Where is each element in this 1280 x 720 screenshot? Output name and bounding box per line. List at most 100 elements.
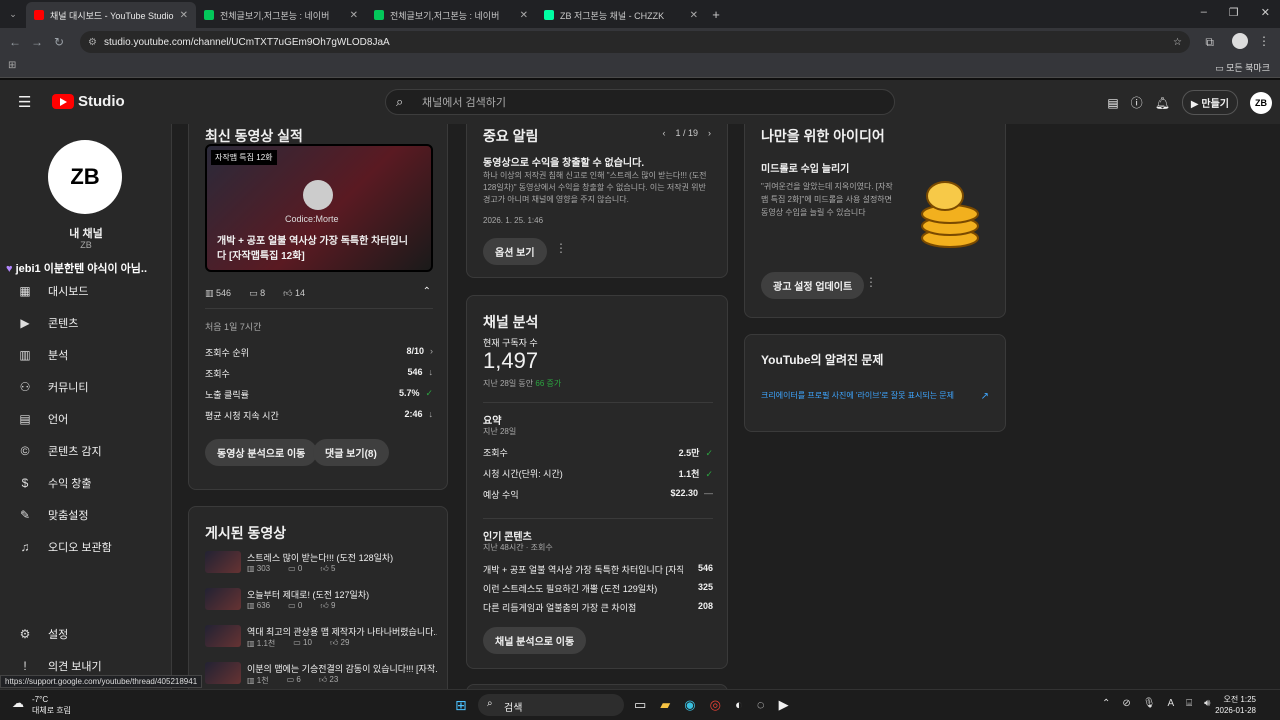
task-view-icon[interactable]: ▭ bbox=[634, 697, 646, 713]
video-thumbnail[interactable] bbox=[205, 551, 241, 573]
all-bookmarks[interactable]: ▭ 모든 북마크 bbox=[1215, 61, 1270, 74]
view-comments-button[interactable]: 댓글 보기(8) bbox=[313, 439, 389, 466]
url-field[interactable]: ⚙ studio.youtube.com/channel/UCmTXT7uGEm… bbox=[80, 31, 1190, 53]
create-button[interactable]: ▶ 만들기 bbox=[1181, 90, 1238, 115]
subs-delta-value: 66 증가 bbox=[535, 379, 562, 388]
browser-tab[interactable]: 채널 대시보드 - YouTube Studio ✕ bbox=[26, 2, 196, 28]
site-info-icon[interactable]: ⚙ bbox=[88, 37, 97, 48]
video-title[interactable]: 오늘부터 제대로! (도전 127일차) bbox=[247, 588, 437, 601]
minimize-icon[interactable]: – bbox=[1201, 6, 1207, 19]
published-video-row[interactable]: 역대 최고의 관상용 맵 제작자가 나타나버렸습니다... ▥ 1.1천 ▭ 10 👍… bbox=[205, 625, 437, 653]
extensions-icon[interactable]: ⧉ bbox=[1205, 35, 1214, 50]
media-player-icon[interactable]: ▶ bbox=[779, 697, 789, 713]
edge-icon[interactable]: ◉ bbox=[684, 697, 695, 713]
volume-icon[interactable]: 🔊︎ bbox=[1204, 698, 1210, 709]
prev-alert-icon[interactable]: ‹ bbox=[662, 128, 665, 138]
video-title[interactable]: 역대 최고의 관상용 맵 제작자가 나타나버렸습니다... bbox=[247, 625, 437, 638]
app-icon[interactable]: ◐ bbox=[735, 697, 743, 713]
sidebar-item-settings[interactable]: ⚙ 설정 bbox=[0, 619, 172, 649]
sidebar-item-customization[interactable]: ✎ 맞춤설정 bbox=[0, 500, 172, 530]
sidebar-item-copyright[interactable]: © 콘텐츠 감지 bbox=[0, 436, 172, 466]
network-icon[interactable]: ⌸ bbox=[1186, 698, 1192, 709]
comments-value: 0 bbox=[297, 564, 303, 573]
mic-icon[interactable]: 🎙︎ bbox=[1143, 698, 1156, 709]
weather-widget[interactable]: ☁ -7°C 대체로 흐림 bbox=[12, 694, 71, 716]
tray-chevron-icon[interactable]: ⌃ bbox=[1102, 698, 1110, 709]
video-title[interactable]: 스트레스 많이 받는다!!! (도전 128일차) bbox=[247, 551, 437, 564]
sidebar-item-content[interactable]: ▶ 콘텐츠 bbox=[0, 308, 172, 338]
browser-tab[interactable]: 전체글보기,저그본능 : 네이버 ✕ bbox=[196, 2, 366, 28]
sidebar-item-dashboard[interactable]: ▦ 대시보드 bbox=[0, 276, 172, 306]
new-tab-button[interactable]: + bbox=[706, 7, 726, 22]
latest-stat-row[interactable]: 평균 시청 지속 시간 2:46 ↓ bbox=[205, 409, 433, 422]
app2-icon[interactable]: ◌ bbox=[757, 697, 765, 713]
taskbar-search-label: 검색 bbox=[504, 703, 523, 714]
published-video-row[interactable]: 스트레스 많이 받는다!!! (도전 128일차) ▥ 303 ▭ 0 👍︎ 5 bbox=[205, 551, 435, 579]
video-thumbnail[interactable] bbox=[205, 625, 241, 647]
sidebar-item-monetization[interactable]: $ 수익 창출 bbox=[0, 468, 172, 498]
ideas-more-icon[interactable]: ⋮ bbox=[865, 275, 877, 289]
browser-tab[interactable]: ZB 저그본능 채널 - CHZZK ✕ bbox=[536, 2, 706, 28]
published-video-row[interactable]: 오늘부터 제대로! (도전 127일차) ▥ 636 ▭ 0 👍︎ 9 bbox=[205, 588, 435, 616]
chrome-icon[interactable]: ◎ bbox=[710, 697, 721, 713]
close-window-icon[interactable]: ✕ bbox=[1261, 6, 1270, 19]
studio-logo[interactable]: Studio bbox=[52, 93, 125, 110]
feedback-message-icon[interactable]: ▤ bbox=[1107, 96, 1118, 110]
update-ad-settings-button[interactable]: 광고 설정 업데이트 bbox=[761, 272, 865, 299]
known-issue-link[interactable]: 크리에이터를 프로필 사진에 '라이브'로 잘못 표시되는 문제 bbox=[761, 389, 967, 402]
video-title[interactable]: 이분의 맵에는 기승전결의 감동이 있습니다!!! [자작... bbox=[247, 662, 437, 675]
summary-row[interactable]: 조회수 2.5만 ✓ bbox=[483, 446, 713, 459]
back-icon[interactable]: ← bbox=[4, 35, 26, 49]
sidebar-item-community[interactable]: ⚇ 커뮤니티 bbox=[0, 372, 172, 402]
apps-icon[interactable]: ⊞ bbox=[8, 60, 16, 71]
help-icon[interactable]: ⓘ bbox=[1131, 94, 1143, 111]
file-explorer-icon[interactable]: ▰ bbox=[660, 697, 670, 713]
tab-close-icon[interactable]: ✕ bbox=[520, 10, 528, 21]
account-avatar[interactable]: ZB bbox=[1250, 91, 1272, 114]
alert-more-icon[interactable]: ⋮ bbox=[555, 241, 567, 255]
top-content-row[interactable]: 개박 + 공포 얼불 역사상 가장 독특한 차터입니다 [자작맵... 546 bbox=[483, 563, 713, 576]
taskbar-search[interactable]: ⌕ 검색 bbox=[478, 694, 624, 716]
top-content-row[interactable]: 다른 리듬게임과 얼불춤의 가장 큰 차이점 208 bbox=[483, 601, 713, 614]
windows-start-icon[interactable]: ⊞ bbox=[455, 697, 467, 714]
collapse-chevron-icon[interactable]: ⌃ bbox=[423, 286, 431, 297]
latest-stat-row[interactable]: 조회수 순위 8/10 › bbox=[205, 346, 433, 359]
tab-search-icon[interactable]: ⌄ bbox=[0, 9, 26, 20]
channel-avatar[interactable]: ZB bbox=[48, 140, 122, 214]
external-link-icon[interactable]: ↗ bbox=[981, 391, 989, 402]
video-thumbnail[interactable] bbox=[205, 662, 241, 684]
tray-icon[interactable]: ⊘ bbox=[1122, 698, 1130, 709]
latest-video-thumbnail[interactable]: 자작맵 특집 12화 Codice:Morte 개박 + 공포 얼불 역사상 가… bbox=[205, 144, 433, 272]
tab-close-icon[interactable]: ✕ bbox=[350, 10, 358, 21]
ime-icon[interactable]: A bbox=[1167, 698, 1174, 709]
published-video-row[interactable]: 이분의 맵에는 기승전결의 감동이 있습니다!!! [자작... ▥ 1천 ▭ 6 👍… bbox=[205, 662, 437, 689]
hamburger-menu-icon[interactable]: ☰ bbox=[18, 93, 31, 111]
view-options-button[interactable]: 옵션 보기 bbox=[483, 238, 547, 265]
clock[interactable]: 오전 1:25 2026-01-28 bbox=[1215, 694, 1256, 716]
top-content-row[interactable]: 이런 스트레스도 필요하긴 개뿔 (도전 129일차) 325 bbox=[483, 582, 713, 595]
latest-stat-row[interactable]: 노출 클릭률 5.7% ✓ bbox=[205, 388, 433, 401]
sidebar-item-subtitles[interactable]: ▤ 언어 bbox=[0, 404, 172, 434]
forward-icon[interactable]: → bbox=[26, 35, 48, 49]
bookmark-star-icon[interactable]: ☆ bbox=[1173, 37, 1182, 48]
tab-close-icon[interactable]: ✕ bbox=[690, 10, 698, 21]
notifications-icon[interactable]: 🔔︎ bbox=[1155, 96, 1170, 110]
latest-stat-row[interactable]: 조회수 546 ↓ bbox=[205, 367, 433, 380]
summary-row[interactable]: 시청 시간(단위: 시간) 1.1천 ✓ bbox=[483, 467, 713, 480]
tab-close-icon[interactable]: ✕ bbox=[180, 10, 188, 21]
stat-trend-icon: ✓ bbox=[425, 388, 433, 398]
profile-icon[interactable] bbox=[1232, 33, 1248, 49]
video-thumbnail[interactable] bbox=[205, 588, 241, 610]
sidebar-item-audio-library[interactable]: ♫ 오디오 보관함 bbox=[0, 532, 172, 562]
summary-row[interactable]: 예상 수익 $22.30 — bbox=[483, 488, 713, 501]
video-analytics-button[interactable]: 동영상 분석으로 이동 bbox=[205, 439, 318, 466]
next-alert-icon[interactable]: › bbox=[708, 128, 711, 138]
sidebar-item-analytics[interactable]: ▥ 분석 bbox=[0, 340, 172, 370]
browser-tab[interactable]: 전체글보기,저그본능 : 네이버 ✕ bbox=[366, 2, 536, 28]
views-stat: ▥ 546 bbox=[205, 288, 231, 299]
reload-icon[interactable]: ↻ bbox=[48, 35, 70, 49]
menu-kebab-icon[interactable]: ⋮ bbox=[1258, 34, 1270, 48]
maximize-icon[interactable]: ❐ bbox=[1229, 6, 1239, 19]
search-input[interactable]: ⌕ 채널에서 검색하기 bbox=[385, 89, 895, 115]
channel-analytics-button[interactable]: 채널 분석으로 이동 bbox=[483, 627, 587, 654]
